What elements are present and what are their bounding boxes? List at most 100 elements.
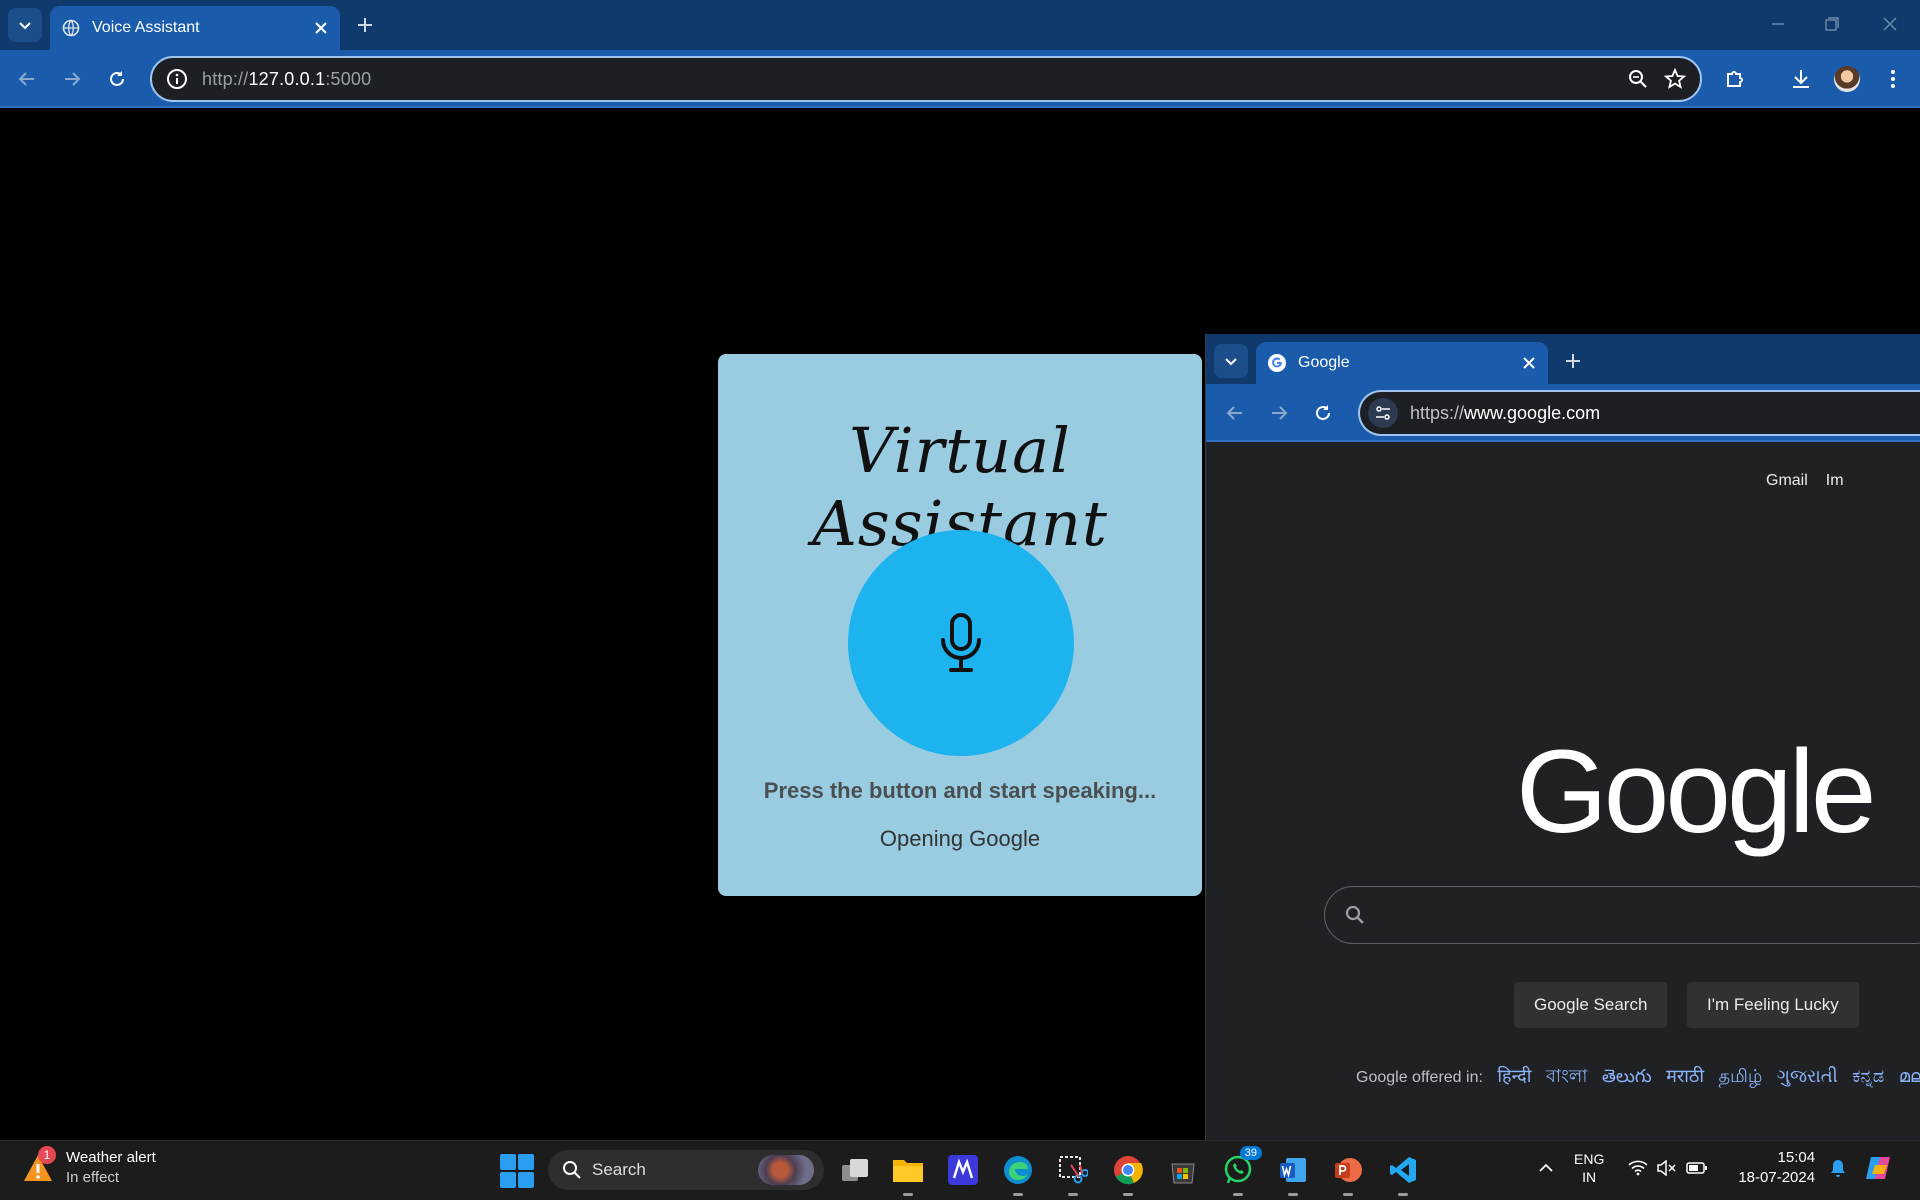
google-languages: Google offered in: हिन्दी বাংলা తెలుగు म…	[1356, 1062, 1920, 1093]
copilot-icon[interactable]	[1863, 1153, 1893, 1183]
google-forward-button[interactable]	[1262, 396, 1296, 430]
tab-voice-assistant[interactable]: Voice Assistant	[50, 6, 340, 50]
tab-title: Voice Assistant	[92, 19, 200, 36]
mic-button[interactable]	[848, 530, 1074, 756]
chevron-up-icon[interactable]	[1538, 1163, 1554, 1173]
windows-logo-icon	[518, 1154, 534, 1170]
google-tab-search-button[interactable]	[1214, 344, 1248, 378]
restore-button[interactable]	[1812, 10, 1852, 38]
zoom-icon[interactable]	[1628, 69, 1648, 89]
google-top-links: Gmail Im	[1766, 472, 1862, 490]
search-icon	[563, 1161, 581, 1179]
extensions-button[interactable]	[1718, 62, 1752, 96]
task-view-button[interactable]	[835, 1150, 875, 1190]
snipping-tool-app[interactable]	[1053, 1150, 1093, 1196]
language-link[interactable]: मराठी	[1666, 1066, 1704, 1086]
site-settings-button[interactable]	[1368, 398, 1398, 428]
downloads-button[interactable]	[1784, 62, 1818, 96]
google-search-input[interactable]	[1324, 886, 1920, 944]
images-link[interactable]: Im	[1826, 472, 1844, 489]
feeling-lucky-button[interactable]: I'm Feeling Lucky	[1687, 982, 1859, 1028]
address-bar[interactable]: http://127.0.0.1:5000	[150, 56, 1702, 102]
running-indicator	[1068, 1193, 1078, 1196]
weather-title: Weather alert	[66, 1149, 156, 1166]
close-icon[interactable]	[314, 21, 328, 35]
language-link[interactable]: ગુજરાતી	[1777, 1066, 1838, 1086]
running-indicator	[1398, 1193, 1408, 1196]
forward-button[interactable]	[55, 62, 89, 96]
word-app[interactable]	[1273, 1150, 1313, 1196]
info-icon[interactable]	[166, 68, 188, 90]
plus-icon	[358, 18, 372, 32]
speaker-muted-icon[interactable]	[1656, 1160, 1676, 1176]
google-new-tab-button[interactable]	[1560, 348, 1586, 374]
google-reload-button[interactable]	[1306, 396, 1340, 430]
language-link[interactable]: বাংলা	[1546, 1066, 1588, 1086]
taskbar-search[interactable]: Search	[548, 1150, 824, 1190]
language-link[interactable]: తెలుగు	[1602, 1066, 1652, 1086]
weather-widget[interactable]: 1 Weather alert In effect	[22, 1146, 156, 1188]
language-link[interactable]: മലാ	[1899, 1066, 1920, 1086]
clock[interactable]: 15:04 18-07-2024	[1738, 1148, 1815, 1188]
google-url-text: https://www.google.com	[1410, 402, 1601, 423]
arrow-right-icon	[65, 72, 81, 86]
edge-icon	[1004, 1156, 1032, 1184]
language-link[interactable]: हिन्दी	[1497, 1066, 1531, 1086]
close-icon	[1883, 17, 1897, 31]
word-icon	[1280, 1158, 1306, 1182]
tab-search-button[interactable]	[8, 8, 42, 42]
weather-badge: 1	[38, 1146, 56, 1164]
whatsapp-app[interactable]: 39	[1218, 1146, 1262, 1196]
google-favicon-icon	[1268, 354, 1286, 372]
running-indicator	[1343, 1193, 1353, 1196]
input-language[interactable]: ENG IN	[1574, 1150, 1604, 1186]
close-icon[interactable]	[1522, 356, 1536, 370]
minimize-button[interactable]	[1758, 10, 1798, 38]
taskbar-search-label: Search	[592, 1160, 646, 1179]
app-m-icon	[948, 1155, 978, 1185]
running-indicator	[1288, 1193, 1298, 1196]
gmail-link[interactable]: Gmail	[1766, 472, 1808, 489]
reload-icon	[110, 71, 124, 86]
google-back-button[interactable]	[1218, 396, 1252, 430]
menu-button[interactable]	[1876, 62, 1910, 96]
vscode-app[interactable]	[1383, 1150, 1423, 1196]
microsoft-store-app[interactable]	[1163, 1150, 1203, 1190]
back-button[interactable]	[10, 62, 44, 96]
file-explorer-app[interactable]	[888, 1150, 928, 1196]
edge-browser-app[interactable]	[998, 1150, 1038, 1196]
powerpoint-app[interactable]	[1328, 1150, 1368, 1196]
globe-icon	[62, 19, 80, 37]
app-mathway[interactable]	[943, 1150, 983, 1190]
arrow-left-icon	[1226, 406, 1242, 420]
reload-button[interactable]	[100, 62, 134, 96]
notification-bell-icon[interactable]	[1829, 1158, 1847, 1178]
windows-logo-icon	[500, 1172, 516, 1188]
chrome-icon	[1114, 1156, 1143, 1185]
powerpoint-icon	[1335, 1158, 1362, 1182]
system-tray: ENG IN 15:04 18-07-2024	[1538, 1148, 1893, 1188]
bookmark-star-icon[interactable]	[1664, 68, 1686, 90]
google-search-button[interactable]: Google Search	[1514, 982, 1668, 1028]
wifi-icon[interactable]	[1628, 1160, 1648, 1176]
language-link[interactable]: தமிழ்	[1718, 1066, 1762, 1086]
start-button[interactable]	[500, 1154, 534, 1188]
new-tab-button[interactable]	[352, 12, 378, 38]
assistant-status: Opening Google	[879, 826, 1041, 851]
google-address-bar[interactable]: https://www.google.com	[1358, 390, 1920, 436]
tune-icon	[1376, 406, 1390, 420]
close-window-button[interactable]	[1870, 10, 1910, 38]
folder-icon	[893, 1160, 923, 1182]
scissors-icon	[1059, 1156, 1088, 1184]
language-link[interactable]: ಕನ್ನಡ	[1852, 1066, 1884, 1086]
profile-avatar[interactable]	[1834, 66, 1860, 92]
chrome-app[interactable]	[1108, 1150, 1148, 1196]
running-indicator	[1233, 1193, 1243, 1196]
tab-google[interactable]: Google	[1256, 342, 1548, 384]
lang-code: ENG	[1574, 1151, 1605, 1167]
store-icon	[1171, 1163, 1195, 1184]
puzzle-icon	[1727, 71, 1743, 87]
battery-icon[interactable]	[1686, 1161, 1708, 1175]
running-indicator	[903, 1193, 913, 1196]
windows-logo-icon	[518, 1172, 534, 1188]
